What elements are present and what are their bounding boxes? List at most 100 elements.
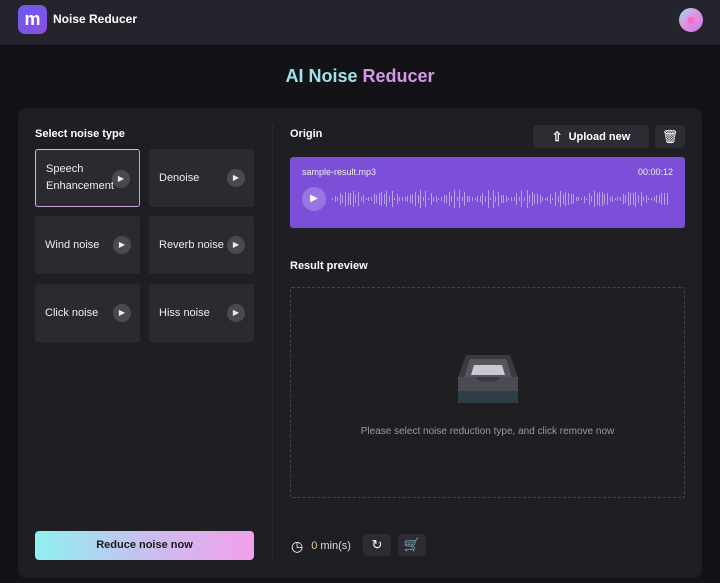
wave-bar — [482, 192, 484, 206]
avatar[interactable]: ☻ — [679, 8, 703, 32]
noise-type-label: Click noise — [45, 306, 99, 319]
noise-type-card[interactable]: Wind noise ▶ — [35, 216, 140, 274]
wave-bar — [513, 196, 515, 202]
wave-bar — [427, 197, 429, 201]
wave-bar — [606, 193, 608, 205]
audio-player: sample-result.mp3 00:00:12 ▶ — [290, 157, 685, 228]
play-icon[interactable]: ▶ — [227, 304, 245, 322]
wave-bar — [376, 194, 378, 204]
wave-bar — [536, 194, 538, 204]
play-icon[interactable]: ▶ — [112, 170, 130, 188]
noise-type-card[interactable]: Speech Enhancement ▶ — [35, 149, 140, 207]
wave-bar — [451, 195, 453, 203]
noise-type-card[interactable]: Reverb noise ▶ — [149, 216, 254, 274]
wave-bar — [477, 195, 479, 202]
upload-label: Upload new — [568, 130, 631, 143]
noise-type-card[interactable]: Click noise ▶ — [35, 284, 140, 342]
wave-bar — [591, 195, 593, 203]
wave-bar — [446, 195, 448, 203]
upload-new-button[interactable]: ⇧ Upload new — [533, 125, 649, 148]
wave-bar — [531, 191, 533, 207]
wave-bar — [549, 194, 551, 204]
wave-bar — [389, 195, 391, 203]
refresh-icon: ↻ — [371, 537, 383, 552]
wave-bar — [583, 195, 585, 203]
wave-bar — [373, 194, 375, 204]
noise-type-label: Wind noise — [45, 238, 100, 251]
cloud-upload-icon: ⇧ — [551, 128, 563, 144]
app-name: Noise Reducer — [53, 12, 138, 26]
wave-bar — [612, 195, 614, 203]
wave-bar — [459, 190, 461, 208]
wave-bar — [466, 196, 468, 202]
noise-type-label: Hiss noise — [159, 306, 210, 319]
wave-bar — [337, 197, 339, 201]
empty-hint: Please select noise reduction type, and … — [360, 426, 615, 437]
noise-type-label: Denoise — [159, 171, 200, 184]
wave-bar — [498, 191, 499, 207]
wave-bar — [614, 197, 616, 201]
wave-bar — [487, 190, 489, 208]
top-bar: m Noise Reducer ☻ — [0, 0, 720, 45]
cart-button[interactable]: 🛒 — [398, 534, 426, 556]
wave-bar — [492, 190, 494, 208]
noise-type-label: Select noise type — [35, 128, 125, 140]
wave-bar — [347, 192, 349, 206]
wave-bar — [651, 197, 653, 201]
wave-bar — [643, 196, 645, 201]
wave-bar — [562, 194, 564, 204]
wave-bar — [544, 197, 546, 201]
wave-bar — [604, 194, 606, 204]
wave-bar — [581, 197, 582, 201]
wave-bar — [344, 192, 346, 206]
wave-bar — [627, 192, 629, 206]
wave-bar — [495, 195, 497, 203]
noise-type-card[interactable]: Hiss noise ▶ — [149, 284, 254, 342]
wave-bar — [352, 191, 354, 207]
wave-bar — [360, 197, 362, 201]
wave-bar — [350, 193, 352, 205]
wave-bar — [635, 191, 637, 207]
wave-bar — [617, 196, 619, 202]
wave-bar — [474, 197, 476, 201]
wave-bar — [666, 193, 668, 205]
noise-type-label: Speech Enhancement — [46, 163, 114, 192]
title-part1: AI Noise — [285, 66, 358, 86]
wave-bar — [601, 192, 603, 206]
wave-bar — [508, 197, 510, 201]
wave-bar — [461, 196, 463, 202]
noise-type-label: Reverb noise — [159, 238, 224, 251]
wave-bar — [500, 195, 502, 203]
wave-bar — [381, 192, 383, 206]
wave-bar — [412, 194, 414, 204]
waveform[interactable] — [332, 189, 674, 209]
wave-bar — [448, 192, 450, 206]
delete-button[interactable]: 🗑 — [655, 125, 685, 148]
play-icon[interactable]: ▶ — [113, 236, 131, 254]
wave-bar — [586, 197, 588, 201]
wave-bar — [404, 197, 406, 201]
wave-bar — [653, 197, 655, 201]
play-icon[interactable]: ▶ — [227, 236, 245, 254]
wave-bar — [547, 197, 549, 201]
wave-bar — [645, 194, 647, 204]
wave-bar — [433, 196, 435, 202]
wave-bar — [368, 197, 370, 201]
wave-bar — [593, 191, 595, 207]
wave-bar — [596, 193, 598, 205]
trash-icon: 🗑 — [661, 129, 679, 144]
play-icon: ▶ — [310, 193, 318, 204]
wave-bar — [630, 192, 632, 206]
refresh-button[interactable]: ↻ — [363, 534, 391, 556]
wave-bar — [619, 197, 621, 201]
wave-bar — [425, 190, 427, 208]
wave-bar — [363, 195, 365, 203]
wave-bar — [479, 196, 481, 202]
noise-type-card[interactable]: Denoise ▶ — [149, 149, 254, 207]
play-icon[interactable]: ▶ — [113, 304, 131, 322]
wave-bar — [656, 194, 658, 204]
wave-bar — [378, 193, 380, 205]
reduce-noise-button[interactable]: Reduce noise now — [35, 531, 254, 560]
play-icon[interactable]: ▶ — [227, 169, 245, 187]
play-button[interactable]: ▶ — [302, 187, 326, 211]
